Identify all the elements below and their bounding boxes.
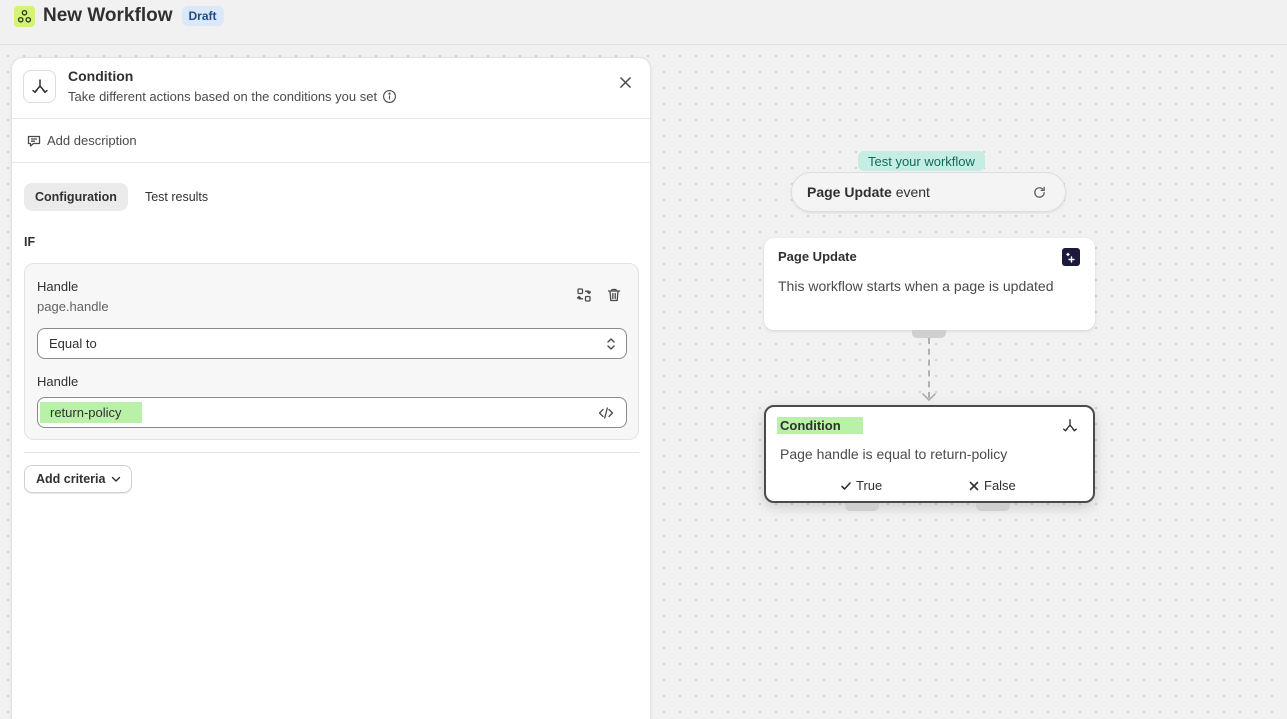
workflow-icon (14, 5, 35, 27)
true-connector-handle[interactable] (845, 503, 879, 511)
chevron-down-icon (111, 476, 121, 483)
close-icon (619, 76, 631, 88)
criteria-field-path: page.handle (37, 299, 109, 314)
tab-test-results[interactable]: Test results (134, 183, 219, 211)
event-pill-text: Page Update event (807, 184, 930, 200)
test-workflow-badge[interactable]: Test your workflow (858, 151, 985, 171)
criteria-box: Handle page.handle Equal to Handle retur… (24, 263, 639, 440)
panel-header: Condition Take different actions based o… (12, 58, 650, 119)
top-bar: New Workflow Draft (0, 0, 1287, 45)
condition-panel: Condition Take different actions based o… (11, 57, 651, 719)
add-criteria-label: Add criteria (36, 472, 106, 486)
connector-arrow-icon (921, 392, 937, 402)
status-badge: Draft (181, 6, 224, 26)
true-label: True (856, 478, 883, 493)
check-icon (841, 481, 851, 490)
condition-branch-icon (1061, 417, 1079, 435)
event-pill[interactable]: Page Update event (791, 172, 1066, 212)
event-name: Page Update (807, 184, 892, 200)
panel-subtitle: Take different actions based on the cond… (68, 89, 397, 104)
panel-subtitle-text: Take different actions based on the cond… (68, 89, 378, 104)
comment-icon (26, 133, 42, 149)
condition-node[interactable]: Condition Page handle is equal to return… (764, 405, 1095, 503)
page-title: New Workflow (43, 5, 173, 26)
condition-node-body: Page handle is equal to return-policy (780, 446, 1008, 462)
condition-node-title: Condition (777, 417, 863, 434)
value-input[interactable]: return-policy (37, 397, 627, 428)
add-criteria-button[interactable]: Add criteria (24, 465, 133, 493)
add-description-button[interactable]: Add description (12, 119, 650, 163)
swap-icon[interactable] (576, 287, 592, 303)
false-label: False (984, 478, 1016, 493)
value-text: return-policy (40, 402, 142, 423)
select-chevron-icon (606, 337, 616, 351)
operator-select[interactable]: Equal to (37, 328, 627, 359)
code-icon[interactable] (598, 406, 614, 420)
true-branch[interactable]: True (840, 478, 882, 493)
panel-title: Condition (68, 68, 134, 84)
operator-value: Equal to (49, 336, 97, 351)
panel-tabs: Configuration Test results (24, 183, 219, 211)
trigger-node-title: Page Update (778, 249, 857, 264)
criteria-actions (576, 287, 622, 303)
close-button[interactable] (616, 73, 634, 91)
value-field-label: Handle (37, 374, 79, 389)
divider (24, 452, 639, 453)
refresh-icon[interactable] (1032, 185, 1047, 200)
delete-icon[interactable] (606, 287, 622, 303)
trigger-node-body: This workflow starts when a page is upda… (778, 278, 1054, 294)
if-label: IF (24, 235, 36, 249)
condition-branch-icon (23, 70, 56, 103)
connector-line (928, 338, 930, 398)
connector-handle[interactable] (912, 330, 946, 338)
info-icon[interactable] (382, 89, 397, 104)
trigger-node[interactable]: Page Update This workflow starts when a … (764, 238, 1095, 330)
event-suffix: event (895, 184, 930, 200)
criteria-field-label: Handle (37, 279, 79, 294)
false-connector-handle[interactable] (976, 503, 1010, 511)
x-icon (969, 481, 979, 490)
tab-configuration[interactable]: Configuration (24, 183, 128, 211)
add-description-label: Add description (47, 133, 137, 148)
trigger-app-icon (1062, 248, 1080, 266)
false-branch[interactable]: False (968, 478, 1016, 493)
